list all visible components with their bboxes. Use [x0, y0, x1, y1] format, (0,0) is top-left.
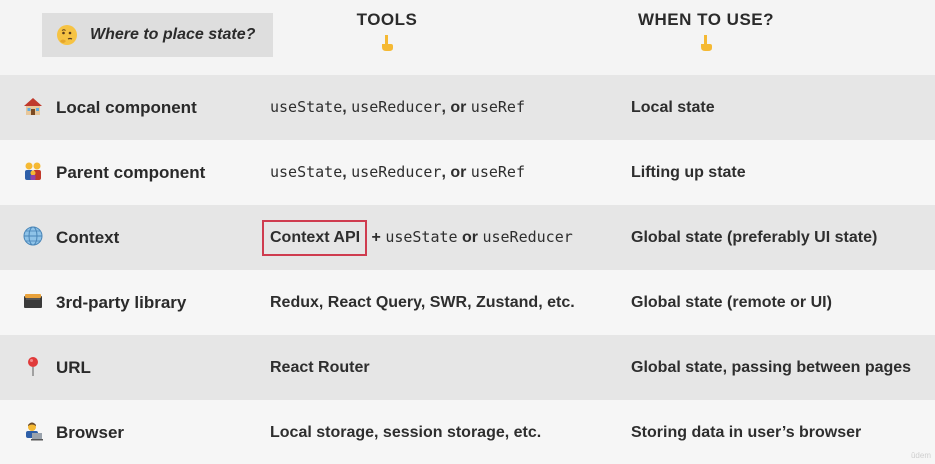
- row-when: Global state, passing between pages: [631, 359, 912, 376]
- family-icon: [25, 162, 41, 180]
- row-label: Context: [56, 228, 120, 247]
- row-label: 3rd-party library: [56, 293, 187, 312]
- table-row: 3rd-party library Redux, React Query, SW…: [0, 270, 935, 335]
- row-when: Storing data in user’s browser: [631, 424, 862, 441]
- card-index-icon: [24, 294, 42, 308]
- row-when: Local state: [631, 99, 715, 116]
- row-label: Local component: [56, 98, 197, 117]
- row-tools: React Router: [270, 359, 370, 376]
- row-label: Browser: [56, 423, 125, 442]
- pointing-down-icon: [382, 35, 393, 51]
- table-row: Context Context API + useState or useRed…: [0, 205, 935, 270]
- row-tools: Context API + useState or useReducer: [262, 205, 573, 270]
- table-row: Parent component useState, useReducer, o…: [0, 140, 935, 205]
- globe-icon: [23, 226, 43, 246]
- row-tools: useState, useReducer, or useRef: [270, 163, 525, 181]
- table-row: URL React Router Global state, passing b…: [0, 335, 935, 400]
- row-when: Global state (preferably UI state): [631, 229, 878, 246]
- technologist-icon: [26, 422, 43, 441]
- tools-column-header: TOOLS: [352, 10, 422, 52]
- when-column-header: WHEN TO USE?: [630, 10, 782, 52]
- watermark: ûdem: [910, 451, 931, 460]
- pin-icon: [28, 357, 38, 376]
- context-api-highlight: Context API: [262, 220, 368, 256]
- row-when: Lifting up state: [631, 164, 746, 181]
- question-box: Where to place state?: [42, 13, 273, 57]
- table-row: Local component useState, useReducer, or…: [0, 75, 935, 140]
- when-heading: WHEN TO USE?: [637, 10, 775, 29]
- row-tools: Redux, React Query, SWR, Zustand, etc.: [270, 294, 575, 311]
- question-text: Where to place state?: [90, 26, 256, 43]
- row-label: Parent component: [56, 163, 206, 182]
- thinking-face-icon: [57, 25, 77, 45]
- row-tools: useState, useReducer, or useRef: [270, 98, 525, 116]
- header: Where to place state? TOOLS WHEN TO USE?: [0, 0, 935, 75]
- row-label: URL: [56, 358, 91, 377]
- table-row: Browser Local storage, session storage, …: [0, 400, 935, 464]
- pointing-down-icon: [701, 35, 712, 51]
- row-tools: Local storage, session storage, etc.: [270, 424, 542, 441]
- row-when: Global state (remote or UI): [631, 294, 832, 311]
- tools-heading: TOOLS: [356, 10, 418, 29]
- house-icon: [24, 98, 42, 115]
